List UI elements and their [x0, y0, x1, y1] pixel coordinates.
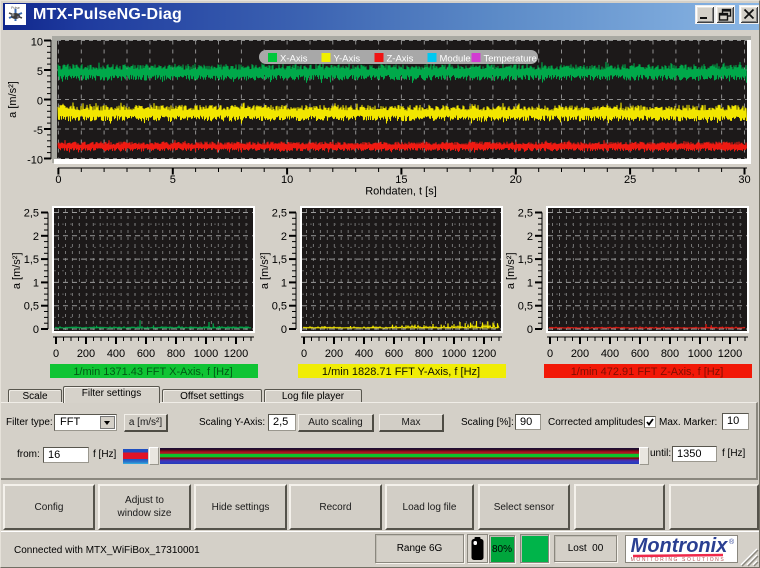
svg-text:Montronix: Montronix — [631, 536, 729, 557]
svg-text:MONITORING SOLUTIONS: MONITORING SOLUTIONS — [631, 557, 726, 562]
svg-text:®: ® — [729, 538, 735, 546]
